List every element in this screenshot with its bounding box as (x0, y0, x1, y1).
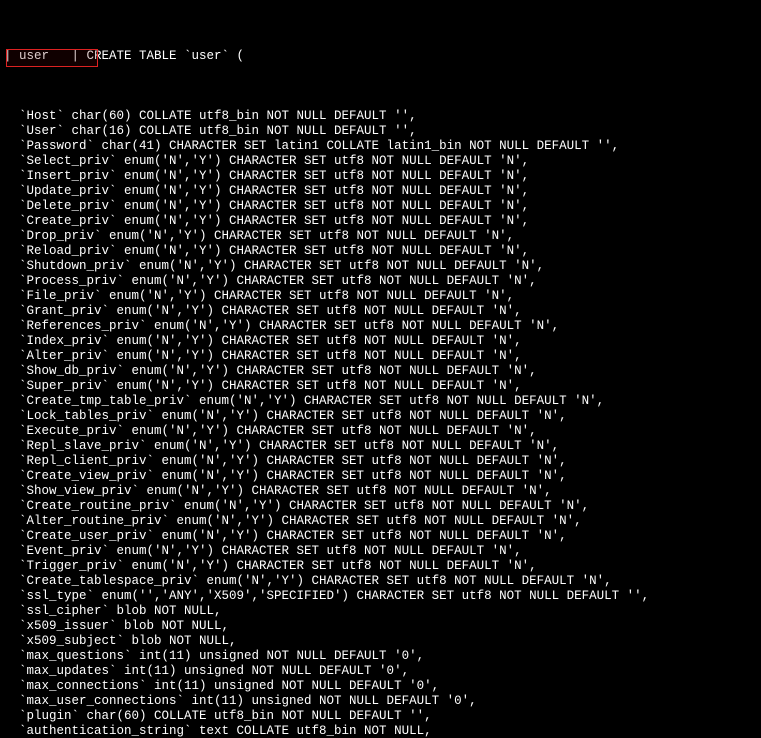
column-def-line: `Execute_priv` enum('N','Y') CHARACTER S… (4, 424, 757, 439)
column-def-line: `Create_tablespace_priv` enum('N','Y') C… (4, 574, 757, 589)
column-def-line: `max_updates` int(11) unsigned NOT NULL … (4, 664, 757, 679)
column-def-line: `Repl_slave_priv` enum('N','Y') CHARACTE… (4, 439, 757, 454)
column-def-line: `Shutdown_priv` enum('N','Y') CHARACTER … (4, 259, 757, 274)
column-def-line: `Password` char(41) CHARACTER SET latin1… (4, 139, 757, 154)
column-def-line: `x509_issuer` blob NOT NULL, (4, 619, 757, 634)
column-def-line: `Show_view_priv` enum('N','Y') CHARACTER… (4, 484, 757, 499)
column-def-line: `max_questions` int(11) unsigned NOT NUL… (4, 649, 757, 664)
column-def-line: `Insert_priv` enum('N','Y') CHARACTER SE… (4, 169, 757, 184)
column-def-line: `Drop_priv` enum('N','Y') CHARACTER SET … (4, 229, 757, 244)
column-def-line: `Show_db_priv` enum('N','Y') CHARACTER S… (4, 364, 757, 379)
column-def-line: `authentication_string` text COLLATE utf… (4, 724, 757, 738)
column-def-line: `User` char(16) COLLATE utf8_bin NOT NUL… (4, 124, 757, 139)
column-def-line: `Lock_tables_priv` enum('N','Y') CHARACT… (4, 409, 757, 424)
column-definitions: `Host` char(60) COLLATE utf8_bin NOT NUL… (4, 109, 757, 738)
column-def-line: `Index_priv` enum('N','Y') CHARACTER SET… (4, 334, 757, 349)
column-def-line: `Grant_priv` enum('N','Y') CHARACTER SET… (4, 304, 757, 319)
column-def-line: `References_priv` enum('N','Y') CHARACTE… (4, 319, 757, 334)
column-def-line: `ssl_type` enum('','ANY','X509','SPECIFI… (4, 589, 757, 604)
column-def-line: `Delete_priv` enum('N','Y') CHARACTER SE… (4, 199, 757, 214)
table-header-line: | user | CREATE TABLE `user` ( (4, 49, 757, 64)
column-def-line: `max_user_connections` int(11) unsigned … (4, 694, 757, 709)
column-def-line: `Alter_routine_priv` enum('N','Y') CHARA… (4, 514, 757, 529)
column-def-line: `plugin` char(60) COLLATE utf8_bin NOT N… (4, 709, 757, 724)
column-def-line: `x509_subject` blob NOT NULL, (4, 634, 757, 649)
column-def-line: `Create_tmp_table_priv` enum('N','Y') CH… (4, 394, 757, 409)
column-def-line: `Create_routine_priv` enum('N','Y') CHAR… (4, 499, 757, 514)
terminal-output: | user | CREATE TABLE `user` ( `Host` ch… (0, 0, 761, 738)
column-def-line: `Host` char(60) COLLATE utf8_bin NOT NUL… (4, 109, 757, 124)
column-def-line: `Trigger_priv` enum('N','Y') CHARACTER S… (4, 559, 757, 574)
column-def-line: `Process_priv` enum('N','Y') CHARACTER S… (4, 274, 757, 289)
column-def-line: `Create_user_priv` enum('N','Y') CHARACT… (4, 529, 757, 544)
column-def-line: `Update_priv` enum('N','Y') CHARACTER SE… (4, 184, 757, 199)
column-def-line: `max_connections` int(11) unsigned NOT N… (4, 679, 757, 694)
column-def-line: `Select_priv` enum('N','Y') CHARACTER SE… (4, 154, 757, 169)
column-def-line: `Alter_priv` enum('N','Y') CHARACTER SET… (4, 349, 757, 364)
column-def-line: `Super_priv` enum('N','Y') CHARACTER SET… (4, 379, 757, 394)
column-def-line: `Reload_priv` enum('N','Y') CHARACTER SE… (4, 244, 757, 259)
column-def-line: `Repl_client_priv` enum('N','Y') CHARACT… (4, 454, 757, 469)
column-def-line: `Create_view_priv` enum('N','Y') CHARACT… (4, 469, 757, 484)
column-def-line: `ssl_cipher` blob NOT NULL, (4, 604, 757, 619)
column-def-line: `Event_priv` enum('N','Y') CHARACTER SET… (4, 544, 757, 559)
column-def-line: `Create_priv` enum('N','Y') CHARACTER SE… (4, 214, 757, 229)
column-def-line: `File_priv` enum('N','Y') CHARACTER SET … (4, 289, 757, 304)
